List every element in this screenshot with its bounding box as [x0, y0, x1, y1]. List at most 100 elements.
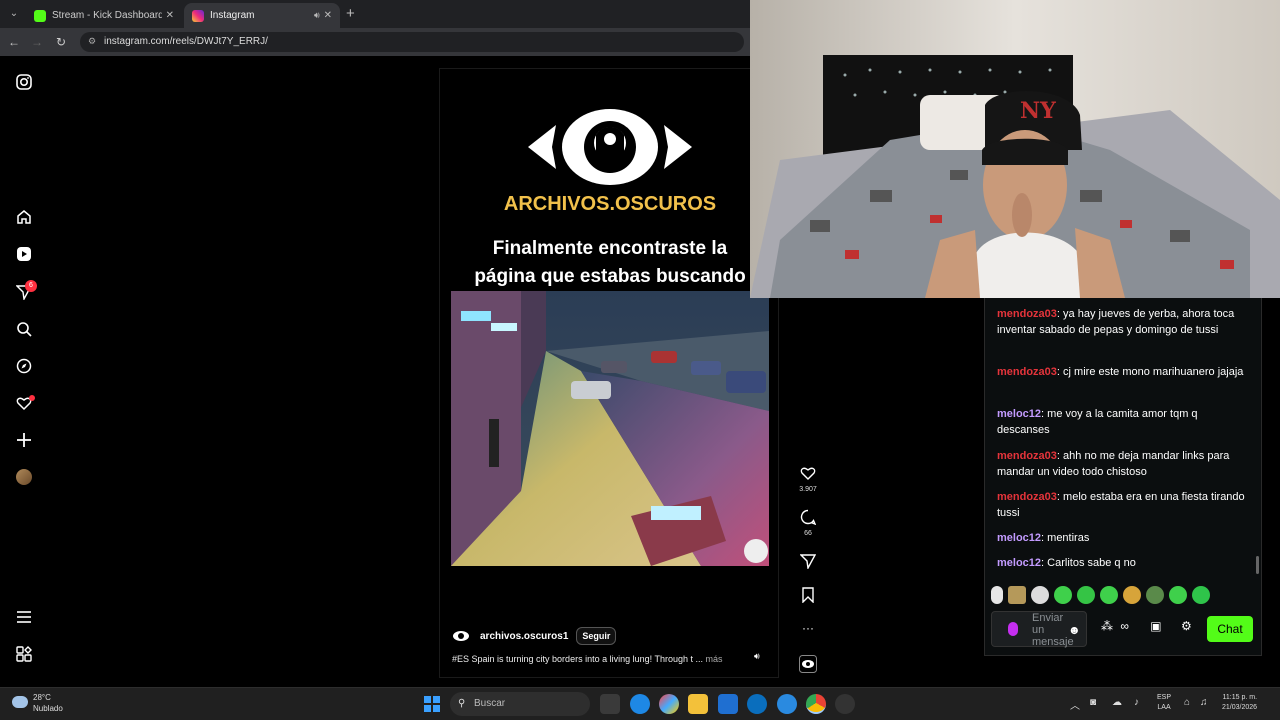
emote-icon[interactable] [1169, 586, 1187, 604]
tab-kick-dashboard[interactable]: Stream - Kick Dashboard ✕ [26, 3, 182, 28]
emote-icon[interactable] [1100, 586, 1118, 604]
tab-instagram[interactable]: Instagram 🔊︎ ✕ [184, 3, 340, 28]
tab-search-button[interactable]: ⌄ [6, 6, 22, 22]
omnibox[interactable]: ⚙ instagram.com/reels/DWJt7Y_ERRJ/ [80, 32, 744, 52]
address-toolbar: ← → ↻ ⚙ instagram.com/reels/DWJt7Y_ERRJ/ [0, 28, 750, 56]
mic-icon[interactable] [1008, 622, 1018, 636]
emote-icon[interactable] [1031, 586, 1049, 604]
comment-count: 66 [804, 530, 812, 537]
author-avatar-icon[interactable] [452, 630, 470, 642]
emoji-icon[interactable]: ☻ [1068, 623, 1081, 637]
bookmark-icon [802, 587, 814, 604]
windows-start-icon[interactable] [424, 696, 440, 712]
back-icon[interactable]: ← [6, 34, 22, 50]
meta-apps-icon[interactable] [14, 644, 34, 664]
store-app-icon[interactable] [718, 694, 738, 714]
chrome-icon[interactable] [806, 694, 826, 714]
site-info-icon[interactable]: ⚙ [88, 36, 96, 47]
language-indicator[interactable]: ESP LAA [1157, 693, 1171, 713]
task-view-icon[interactable] [600, 694, 620, 714]
reel-caption[interactable]: #ES Spain is turning city borders into a… [452, 654, 732, 664]
hp-icon[interactable] [747, 694, 767, 714]
chat-tools: ⁂ ∞ ▣ ⚙ [1101, 619, 1192, 633]
emote-icon[interactable] [1054, 586, 1072, 604]
chat-text: mentiras [1047, 532, 1090, 544]
like-button[interactable]: 3.907 [795, 465, 821, 493]
tab-title: Instagram [210, 10, 255, 21]
create-plus-icon[interactable] [14, 430, 34, 450]
obs-icon[interactable] [835, 694, 855, 714]
tray-app-icon[interactable]: ☁ [1112, 697, 1122, 708]
profile-avatar[interactable] [16, 469, 32, 485]
reload-icon[interactable]: ↻ [53, 34, 69, 50]
users-icon[interactable]: ⁂ [1101, 619, 1113, 633]
chat-scrollbar[interactable] [1256, 556, 1259, 574]
microphone-icon[interactable]: ♪ [1134, 697, 1139, 708]
share-icon [799, 554, 817, 571]
kick-favicon-icon [34, 9, 46, 22]
emote-icon[interactable] [1123, 586, 1141, 604]
save-button[interactable] [795, 587, 821, 608]
speaker-icon[interactable]: 🔊︎ [314, 10, 320, 21]
reels-icon[interactable] [14, 244, 34, 264]
chat-username[interactable]: mendoza03 [997, 308, 1057, 320]
reel-headline-line2: página que estabas buscando [474, 266, 746, 287]
infinity-icon[interactable]: ∞ [1120, 619, 1129, 633]
more-options-icon[interactable]: ··· [795, 621, 821, 635]
more-link[interactable]: más [706, 654, 723, 664]
share-button[interactable] [795, 553, 821, 574]
new-tab-button[interactable]: + [346, 5, 355, 22]
close-tab-icon[interactable]: ✕ [324, 10, 332, 21]
taskbar-search[interactable]: ⚲ Buscar [450, 692, 590, 716]
windows-taskbar: 28°C Nublado ⚲ Buscar ︿ ◙ ☁ ♪ ESP LAA ⌂ … [0, 687, 1280, 720]
emote-icon[interactable] [1077, 586, 1095, 604]
chat-username[interactable]: mendoza03 [997, 450, 1057, 462]
follow-button[interactable]: Seguir [576, 627, 617, 645]
reel-video-player[interactable]: ARCHIVOS.OSCUROS Finalmente encontraste … [439, 68, 779, 678]
reel-author-name[interactable]: archivos.oscuros1 [480, 631, 568, 642]
clock[interactable]: 11:15 p. m. 21/03/2026 [1222, 693, 1257, 713]
chat-username[interactable]: meloc12 [997, 532, 1041, 544]
chat-message: mendoza03: melo estaba era en una fiesta… [997, 491, 1245, 519]
caption-text: #ES Spain is turning city borders into a… [452, 654, 703, 664]
tray-app-icon[interactable]: ◙ [1090, 697, 1096, 708]
emote-icon[interactable] [1192, 586, 1210, 604]
explore-icon[interactable] [14, 356, 34, 376]
instagram-logo-icon[interactable] [14, 72, 34, 92]
audio-avatar[interactable] [795, 655, 821, 678]
volume-icon[interactable]: ♫ [1200, 697, 1208, 708]
weather-widget[interactable]: 28°C Nublado [12, 692, 63, 714]
forward-icon[interactable]: → [29, 34, 45, 50]
settings-icon[interactable]: ⚙ [1181, 619, 1192, 633]
store-icon[interactable]: ▣ [1150, 619, 1161, 633]
weather-text: Nublado [33, 704, 63, 713]
network-icon[interactable]: ⌂ [1184, 697, 1190, 708]
chat-send-button[interactable]: Chat [1207, 616, 1253, 642]
chat-message: mendoza03: ahh no me deja mandar links p… [997, 450, 1230, 478]
emote-icon[interactable] [1146, 586, 1164, 604]
chat-username[interactable]: mendoza03 [997, 491, 1057, 503]
emote-icon[interactable] [991, 586, 1003, 604]
comment-icon [800, 509, 817, 526]
hp-support-icon[interactable] [777, 694, 797, 714]
chat-message: mendoza03: ya hay jueves de yerba, ahora… [997, 308, 1235, 336]
file-explorer-icon[interactable] [688, 694, 708, 714]
chat-username[interactable]: meloc12 [997, 557, 1041, 569]
reel-headline: Finalmente encontraste la página que est… [440, 235, 780, 291]
copilot-icon[interactable] [659, 694, 679, 714]
keyboard-layout: LAA [1157, 704, 1171, 711]
comment-button[interactable]: 66 [795, 509, 821, 537]
home-icon[interactable] [14, 207, 34, 227]
emote-icon[interactable] [1008, 586, 1026, 604]
reel-brand-title: ARCHIVOS.OSCUROS [503, 193, 717, 215]
chat-username[interactable]: mendoza03 [997, 366, 1057, 378]
menu-icon[interactable] [14, 607, 34, 627]
chat-input[interactable]: Enviar un mensaje ☻ [991, 611, 1087, 648]
volume-icon[interactable]: 🔊︎ [754, 651, 760, 662]
tray-chevron-icon[interactable]: ︿ [1070, 697, 1080, 712]
search-icon[interactable] [14, 319, 34, 339]
edge-icon[interactable] [630, 694, 650, 714]
chat-text: cj mire este mono marihuanero jajaja [1063, 366, 1244, 378]
chat-username[interactable]: meloc12 [997, 408, 1041, 420]
close-tab-icon[interactable]: ✕ [166, 10, 174, 21]
